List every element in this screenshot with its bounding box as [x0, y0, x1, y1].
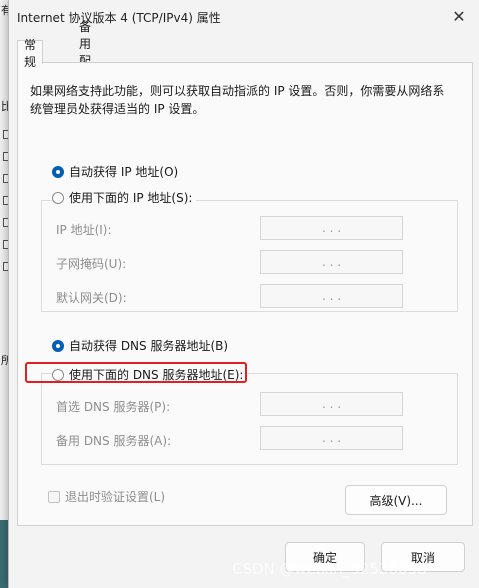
manual-ip-option[interactable]: 使用下面的 IP 地址(S): — [52, 189, 197, 206]
dns-group — [41, 373, 458, 465]
validate-on-exit-checkbox[interactable] — [48, 490, 60, 503]
ip-dots: . . . — [321, 221, 342, 235]
auto-ip-option[interactable]: 自动获得 IP 地址(O) — [52, 163, 178, 180]
subnet-mask-input[interactable]: . . . — [260, 250, 403, 274]
watermark: CSDN @weixin_52536098 — [232, 560, 427, 578]
dialog-title: Internet 协议版本 4 (TCP/IPv4) 属性 — [17, 11, 221, 25]
ip-dots: . . . — [321, 397, 342, 411]
default-gateway-label: 默认网关(D): — [56, 291, 127, 305]
manual-ip-label: 使用下面的 IP 地址(S): — [69, 191, 193, 205]
auto-dns-label: 自动获得 DNS 服务器地址(B) — [69, 339, 229, 353]
validate-on-exit-option[interactable]: 退出时验证设置(L) — [48, 488, 165, 505]
highlight-annotation — [25, 362, 247, 383]
close-button[interactable]: ✕ — [439, 0, 479, 32]
general-panel: 如果网络支持此功能，则可以获取自动指派的 IP 设置。否则，你需要从网络系统管理… — [17, 62, 473, 526]
advanced-button[interactable]: 高级(V)... — [345, 485, 447, 515]
ip-dots: . . . — [321, 255, 342, 269]
manual-ip-radio[interactable] — [52, 191, 64, 204]
tab-general[interactable]: 常规 — [17, 38, 44, 69]
default-gateway-input[interactable]: . . . — [260, 284, 403, 308]
ip-dots: . . . — [321, 289, 342, 303]
subnet-mask-label: 子网掩码(U): — [56, 257, 127, 271]
description-text: 如果网络支持此功能，则可以获取自动指派的 IP 设置。否则，你需要从网络系统管理… — [30, 84, 445, 116]
preferred-dns-label: 首选 DNS 服务器(P): — [56, 400, 171, 414]
tab-alternate-config[interactable]: 备用配置 — [73, 20, 97, 85]
validate-on-exit-label: 退出时验证设置(L) — [65, 490, 166, 504]
auto-ip-radio[interactable] — [52, 165, 64, 178]
ip-dots: . . . — [321, 431, 342, 445]
auto-ip-label: 自动获得 IP 地址(O) — [69, 165, 179, 179]
alternate-dns-label: 备用 DNS 服务器(A): — [56, 434, 172, 448]
ip-address-label: IP 地址(I): — [56, 223, 112, 237]
ip-address-input[interactable]: . . . — [260, 216, 403, 240]
close-icon: ✕ — [452, 6, 466, 26]
alternate-dns-input[interactable]: . . . — [260, 426, 403, 450]
preferred-dns-input[interactable]: . . . — [260, 392, 403, 416]
auto-dns-radio[interactable] — [52, 339, 64, 352]
tcpip-properties-dialog: Internet 协议版本 4 (TCP/IPv4) 属性 ✕ 常规 备用配置 … — [8, 0, 479, 588]
auto-dns-option[interactable]: 自动获得 DNS 服务器地址(B) — [52, 337, 228, 354]
